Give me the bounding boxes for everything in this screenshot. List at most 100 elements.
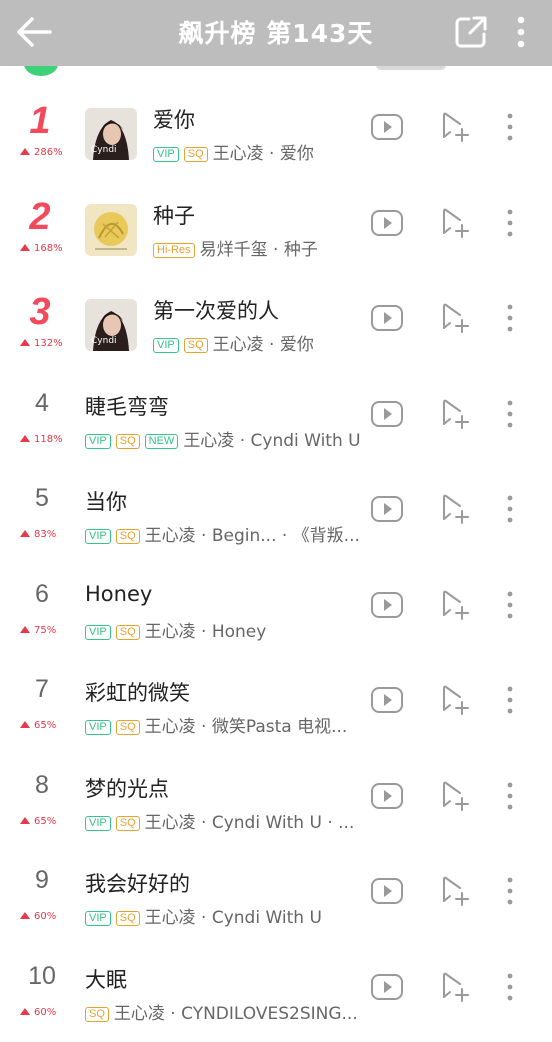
rank-number: 7 [35,675,49,703]
trend-value: 286% [34,147,63,158]
trend-indicator: 60% [20,911,80,922]
rank-number: 4 [35,388,49,417]
play-mv-icon[interactable] [370,683,404,717]
song-more-icon[interactable] [500,301,520,335]
song-row[interactable]: 2 168% 种子 Hi-Res 易烊千玺 · 种子 [0,178,552,274]
sq-badge: SQ [85,1006,109,1022]
artist-album: 王心凌 · CYNDILOVES2SING... [113,1003,358,1024]
trend-value: 83% [34,529,57,540]
song-row[interactable]: 5 83% 当你 VIP SQ 王心凌 · Begin... · 《背叛... [0,464,552,560]
trend-value: 65% [34,720,57,731]
trend-value: 118% [34,433,63,445]
trend-indicator: 286% [20,147,80,158]
play-mv-icon[interactable] [370,492,404,526]
play-mv-icon[interactable] [370,588,404,622]
artist-album: 王心凌 · 微笑Pasta 电视... [144,717,348,737]
song-meta: VIP SQ 王心凌 · 爱你 [153,139,366,164]
share-icon[interactable] [454,15,488,49]
sq-badge: SQ [183,147,208,162]
up-arrow-icon [20,1007,30,1015]
song-row[interactable]: 4 118% 睫毛弯弯 VIP SQ NEW 王心凌 · Cyndi With U [0,369,552,465]
song-title: 睫毛弯弯 [85,394,169,419]
play-mv-icon[interactable] [370,397,404,431]
song-row[interactable]: 3 132% Cyndi 第一次爱的人 VIP SQ 王心凌 · 爱你 [0,273,552,369]
add-to-playlist-icon[interactable] [440,492,470,524]
song-more-icon[interactable] [500,970,520,1004]
sq-badge: SQ [183,338,208,353]
song-more-icon[interactable] [500,683,520,717]
trend-indicator: 65% [20,816,80,827]
song-title: Honey [85,581,153,606]
vip-badge: VIP [85,433,111,449]
hires-badge: Hi-Res [153,242,195,258]
add-to-playlist-icon[interactable] [440,588,470,620]
song-title: 爱你 [153,108,195,132]
svg-text:Cyndi: Cyndi [91,145,117,155]
play-mv-icon[interactable] [370,874,404,908]
trend-indicator: 83% [20,529,80,540]
song-row[interactable]: 8 65% 梦的光点 VIP SQ 王心凌 · Cyndi With U · ... [0,751,552,847]
trend-value: 65% [34,815,57,827]
song-row[interactable]: 1 286% Cyndi 爱你 VIP SQ 王心凌 · 爱你 [0,82,552,178]
up-arrow-icon [20,434,30,442]
vip-badge: VIP [153,147,179,162]
add-to-playlist-icon[interactable] [440,683,470,715]
add-to-playlist-icon[interactable] [440,970,470,1002]
artist-album: 王心凌 · 爱你 [212,335,314,355]
play-mv-icon[interactable] [370,301,404,335]
vip-badge: VIP [85,911,111,926]
rank-number: 10 [28,961,56,990]
rank-number: 3 [29,291,51,333]
artist-album: 王心凌 · 爱你 [212,144,314,164]
play-all-button[interactable] [24,66,58,76]
song-title: 彩虹的微笑 [85,681,190,705]
up-arrow-icon [20,530,30,537]
play-mv-icon[interactable] [370,110,404,144]
song-meta: VIP SQ 王心凌 · Begin... · 《背叛... [85,521,366,546]
song-row[interactable]: 10 60% 大眠 SQ 王心凌 · CYNDILOVES2SING... [0,942,552,1038]
song-row[interactable]: 7 65% 彩虹的微笑 VIP SQ 王心凌 · 微笑Pasta 电视... [0,655,552,751]
add-to-playlist-icon[interactable] [440,206,470,238]
sq-badge: SQ [115,433,140,449]
album-cover [85,203,137,256]
song-more-icon[interactable] [500,874,520,908]
play-mv-icon[interactable] [370,206,404,240]
song-meta: Hi-Res 易烊千玺 · 种子 [153,235,366,260]
add-to-playlist-icon[interactable] [440,301,470,333]
trend-value: 75% [34,624,57,636]
play-mv-icon[interactable] [370,779,404,813]
song-more-icon[interactable] [500,206,520,240]
add-to-playlist-icon[interactable] [440,874,470,906]
add-to-playlist-icon[interactable] [440,397,470,429]
more-options-icon[interactable] [508,14,534,50]
artist-album: 王心凌 · Cyndi With U [144,908,322,928]
song-title: 大眠 [85,967,127,992]
rank-number: 5 [35,484,49,512]
add-to-playlist-icon[interactable] [440,779,470,811]
song-more-icon[interactable] [500,779,520,813]
vip-badge: VIP [85,529,111,544]
song-more-icon[interactable] [500,492,520,526]
song-row[interactable]: 6 75% Honey VIP SQ 王心凌 · Honey [0,560,552,656]
up-arrow-icon [20,912,30,919]
scroll-indicator [376,66,446,70]
add-to-playlist-icon[interactable] [440,110,470,142]
song-more-icon[interactable] [500,588,520,622]
song-meta: SQ 王心凌 · CYNDILOVES2SING... [85,999,366,1024]
vip-badge: VIP [85,624,111,640]
play-mv-icon[interactable] [370,970,404,1004]
vip-badge: VIP [85,815,111,831]
song-more-icon[interactable] [500,110,520,144]
song-meta: VIP SQ 王心凌 · Cyndi With U · ... [85,808,366,833]
song-row[interactable]: 9 60% 我会好好的 VIP SQ 王心凌 · Cyndi With U [0,846,552,942]
sq-badge: SQ [115,529,140,544]
trend-indicator: 60% [20,1007,80,1018]
rank-number: 9 [35,866,49,894]
trend-value: 168% [34,242,63,254]
song-more-icon[interactable] [500,397,520,431]
trend-value: 60% [34,1006,57,1018]
album-cover: Cyndi [85,108,137,160]
artist-album: 易烊千玺 · 种子 [199,239,318,260]
song-meta: VIP SQ 王心凌 · 微笑Pasta 电视... [85,712,366,737]
artist-album: 王心凌 · Cyndi With U [183,430,361,451]
